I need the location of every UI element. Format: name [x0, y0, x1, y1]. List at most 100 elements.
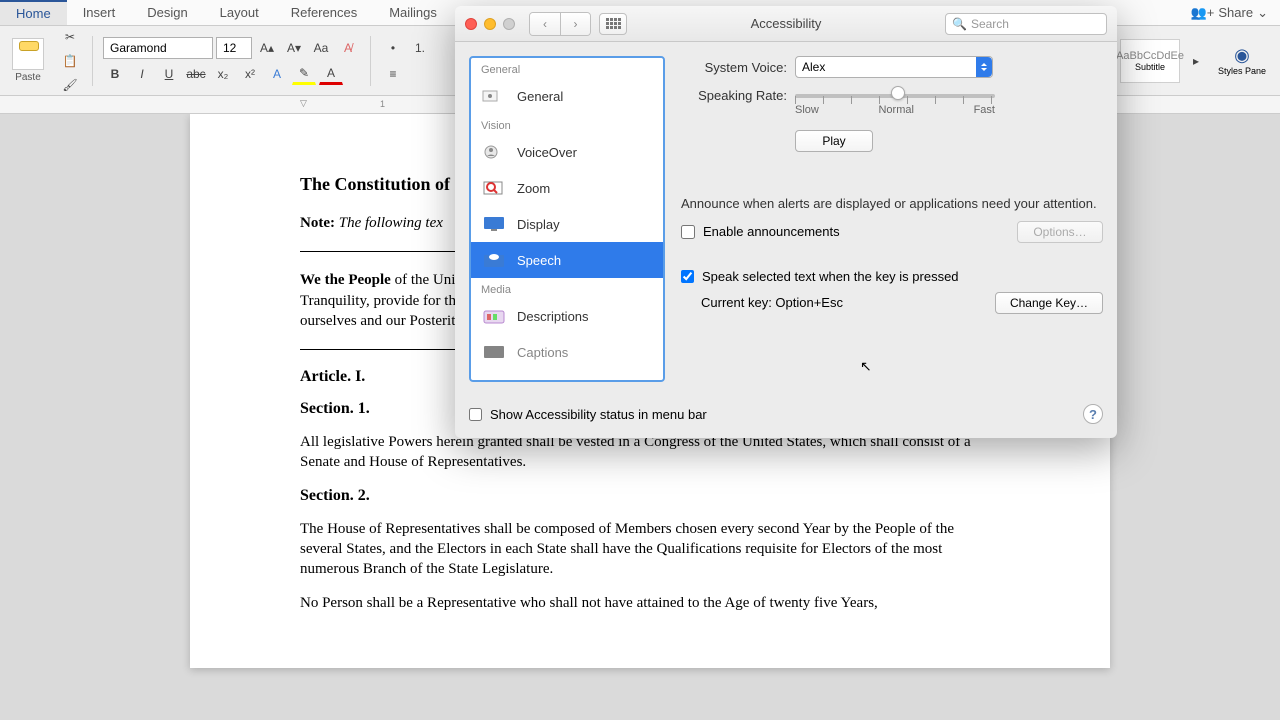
change-key-button[interactable]: Change Key…: [995, 292, 1103, 314]
style-preview-text: AaBbCcDdEe: [1116, 50, 1184, 62]
rate-label: Speaking Rate:: [681, 88, 787, 103]
grid-icon: [606, 18, 621, 29]
sidebar-label: VoiceOver: [517, 145, 577, 160]
clear-format-button[interactable]: A̸: [336, 37, 360, 59]
sidebar-item-descriptions[interactable]: Descriptions: [471, 298, 663, 334]
sidebar-item-zoom[interactable]: Zoom: [471, 170, 663, 206]
text-effects-button[interactable]: A: [265, 63, 289, 85]
system-voice-select[interactable]: Alex: [795, 56, 993, 78]
style-label: Subtitle: [1135, 62, 1165, 72]
share-button[interactable]: 👥+ Share ⌄: [1179, 0, 1280, 25]
tab-design[interactable]: Design: [131, 0, 203, 25]
subscript-button[interactable]: x₂: [211, 63, 235, 85]
styles-gallery: AaBbCcDdEe Subtitle ▸ ◉ Styles Pane: [1120, 39, 1272, 83]
speech-icon: [481, 250, 507, 270]
sidebar-label: Captions: [517, 345, 568, 360]
sidebar-item-display[interactable]: Display: [471, 206, 663, 242]
nav-buttons: ‹ ›: [529, 12, 591, 36]
styles-pane-icon: ◉: [1234, 45, 1250, 66]
doc-paragraph: No Person shall be a Representative who …: [300, 593, 1000, 613]
category-sidebar[interactable]: General General Vision VoiceOver Zoom Di…: [469, 56, 665, 382]
speak-selected-label: Speak selected text when the key is pres…: [702, 269, 959, 284]
speak-selected-checkbox[interactable]: [681, 270, 694, 283]
section-heading: Section. 2.: [300, 487, 1000, 505]
clipboard-icon: [12, 38, 44, 70]
show-status-label: Show Accessibility status in menu bar: [490, 407, 707, 422]
superscript-button[interactable]: x²: [238, 63, 262, 85]
style-subtitle[interactable]: AaBbCcDdEe Subtitle: [1120, 39, 1180, 83]
play-button[interactable]: Play: [795, 130, 873, 152]
show-all-button[interactable]: [599, 13, 627, 35]
enable-announcements-checkbox[interactable]: [681, 225, 695, 239]
back-button[interactable]: ‹: [530, 13, 560, 35]
search-input[interactable]: 🔍 Search: [945, 13, 1107, 35]
tab-layout[interactable]: Layout: [204, 0, 275, 25]
sidebar-label: Zoom: [517, 181, 550, 196]
grow-font-button[interactable]: A▴: [255, 37, 279, 59]
sidebar-label: Speech: [517, 253, 561, 268]
format-painter-button[interactable]: 🖌: [58, 74, 82, 96]
copy-button[interactable]: 📋: [58, 50, 82, 72]
rate-slider[interactable]: Slow Normal Fast: [795, 88, 995, 116]
sidebar-label: Display: [517, 217, 560, 232]
share-label: Share: [1218, 5, 1253, 20]
strike-button[interactable]: abc: [184, 63, 208, 85]
zoom-icon: [481, 178, 507, 198]
select-arrows-icon: [976, 57, 992, 77]
current-key-label: Current key: Option+Esc: [701, 295, 843, 310]
announce-description: Announce when alerts are displayed or ap…: [681, 196, 1103, 213]
zoom-window-button[interactable]: [503, 18, 515, 30]
align-left-button[interactable]: ≡: [381, 63, 405, 85]
styles-pane-button[interactable]: ◉ Styles Pane: [1212, 39, 1272, 83]
traffic-lights: [465, 18, 515, 30]
forward-button[interactable]: ›: [560, 13, 590, 35]
font-select[interactable]: [103, 37, 213, 59]
cut-button[interactable]: ✂: [58, 26, 82, 48]
tab-mailings[interactable]: Mailings: [373, 0, 453, 25]
search-icon: 🔍: [952, 17, 967, 31]
styles-pane-label: Styles Pane: [1218, 66, 1266, 76]
sidebar-item-speech[interactable]: Speech: [471, 242, 663, 278]
help-button[interactable]: ?: [1083, 404, 1103, 424]
chevron-down-icon: ⌄: [1257, 5, 1268, 21]
close-window-button[interactable]: [465, 18, 477, 30]
window-titlebar[interactable]: ‹ › Accessibility 🔍 Search: [455, 6, 1117, 42]
note-text: The following tex: [335, 215, 443, 231]
font-color-button[interactable]: A: [319, 63, 343, 85]
minimize-window-button[interactable]: [484, 18, 496, 30]
tab-insert[interactable]: Insert: [67, 0, 132, 25]
doc-paragraph: All legislative Powers herein granted sh…: [300, 432, 1000, 473]
slider-thumb[interactable]: [891, 86, 905, 100]
sidebar-item-general[interactable]: General: [471, 78, 663, 114]
rate-normal-label: Normal: [878, 104, 913, 116]
highlight-button[interactable]: ✎: [292, 63, 316, 85]
bullets-button[interactable]: •: [381, 37, 405, 59]
underline-button[interactable]: U: [157, 63, 181, 85]
sidebar-label: Descriptions: [517, 309, 589, 324]
enable-announcements-label: Enable announcements: [703, 224, 840, 239]
sidebar-item-voiceover[interactable]: VoiceOver: [471, 134, 663, 170]
sidebar-section-vision: Vision: [471, 114, 663, 134]
show-status-checkbox[interactable]: [469, 408, 482, 421]
share-icon: 👥+: [1191, 5, 1215, 21]
system-voice-label: System Voice:: [681, 60, 787, 75]
shrink-font-button[interactable]: A▾: [282, 37, 306, 59]
sidebar-item-captions[interactable]: Captions: [471, 334, 663, 370]
paste-button[interactable]: Paste: [8, 34, 48, 87]
options-button: Options…: [1017, 221, 1103, 243]
tab-references[interactable]: References: [275, 0, 373, 25]
font-size-select[interactable]: [216, 37, 252, 59]
sidebar-label: General: [517, 89, 563, 104]
numbering-button[interactable]: 1.: [408, 37, 432, 59]
bold-button[interactable]: B: [103, 63, 127, 85]
italic-button[interactable]: I: [130, 63, 154, 85]
change-case-button[interactable]: Aa: [309, 37, 333, 59]
tab-home[interactable]: Home: [0, 0, 67, 25]
sidebar-section-media: Media: [471, 278, 663, 298]
voice-value: Alex: [802, 60, 825, 74]
window-title: Accessibility: [751, 16, 822, 31]
voiceover-icon: [481, 142, 507, 162]
styles-more-button[interactable]: ▸: [1184, 50, 1208, 72]
accessibility-window: ‹ › Accessibility 🔍 Search General Gener…: [455, 6, 1117, 438]
rate-fast-label: Fast: [974, 104, 995, 116]
